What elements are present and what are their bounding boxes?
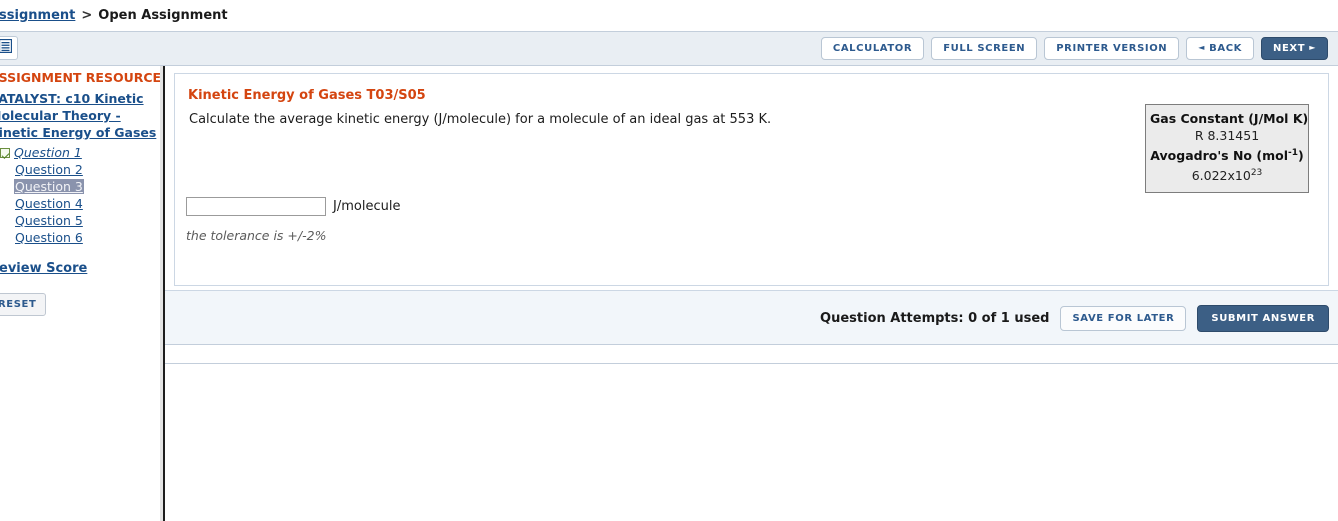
printer-version-button[interactable]: PRINTER VERSION xyxy=(1044,37,1180,60)
question-card: Kinetic Energy of Gases T03/S05 Calculat… xyxy=(174,73,1329,286)
attempts-status: Question Attempts: 0 of 1 used xyxy=(820,311,1050,326)
answer-input[interactable] xyxy=(186,197,326,216)
next-arrow-icon: ► xyxy=(1309,43,1316,52)
sidebar-item-question-5[interactable]: Question 5 xyxy=(14,213,84,228)
sidebar-item-question-6[interactable]: Question 6 xyxy=(14,230,84,245)
full-screen-button[interactable]: FULL SCREEN xyxy=(931,37,1038,60)
avogadro-label-exponent: -1 xyxy=(1287,148,1298,158)
sidebar-item-question-3[interactable]: Question 3 xyxy=(14,179,84,194)
toolbar-actions: CALCULATOR FULL SCREEN PRINTER VERSION ◄… xyxy=(820,37,1328,60)
back-button[interactable]: ◄ BACK xyxy=(1186,37,1254,60)
next-button[interactable]: NEXT ► xyxy=(1261,37,1328,60)
gas-constant-label: Gas Constant (J/Mol K) xyxy=(1150,111,1309,126)
list-item[interactable]: Question 3 xyxy=(0,178,160,195)
reset-button[interactable]: RESET xyxy=(0,293,47,316)
constants-box: Gas Constant (J/Mol K) R 8.31451 Avogadr… xyxy=(1145,104,1309,194)
gas-constant-value: R 8.31451 xyxy=(1194,128,1260,143)
sidebar-resource-link[interactable]: CATALYST: c10 Kinetic Molecular Theory -… xyxy=(0,90,160,141)
footer-divider-strip xyxy=(165,345,1338,364)
footer-actions: Question Attempts: 0 of 1 used SAVE FOR … xyxy=(820,305,1329,332)
page-title: Kinetic Energy of Gases T03/S05 xyxy=(188,88,426,103)
avogadro-value: 6.022x1023 xyxy=(1150,164,1304,185)
avogadro-label-main: Avogadro's No (mol xyxy=(1150,148,1288,164)
list-item[interactable]: Question 4 xyxy=(0,195,160,212)
top-toolbar: CALCULATOR FULL SCREEN PRINTER VERSION ◄… xyxy=(0,31,1338,66)
review-score-link[interactable]: Review Score xyxy=(0,261,160,276)
sidebar-item-question-1[interactable]: Question 1 xyxy=(13,145,83,160)
breadcrumb-current: Open Assignment xyxy=(98,8,228,23)
sidebar-item-question-2[interactable]: Question 2 xyxy=(14,162,84,177)
avogadro-label-close: ) xyxy=(1297,148,1304,164)
sidebar: ASSIGNMENT RESOURCES CATALYST: c10 Kinet… xyxy=(0,66,160,521)
tolerance-note: the tolerance is +/-2% xyxy=(186,228,327,243)
submit-answer-button[interactable]: SUBMIT ANSWER xyxy=(1197,305,1329,332)
breadcrumb-assignment-link[interactable]: Assignment xyxy=(0,8,75,23)
answer-unit-label: J/molecule xyxy=(333,199,401,214)
list-item[interactable]: Question 6 xyxy=(0,229,160,246)
next-button-label: NEXT xyxy=(1273,43,1306,54)
back-button-label: BACK xyxy=(1209,43,1242,54)
list-item[interactable]: Question 5 xyxy=(0,212,160,229)
question-list: Question 1 Question 2 Question 3 Questio… xyxy=(0,144,160,246)
checkmark-icon xyxy=(0,147,10,158)
avogadro-exponent: 23 xyxy=(1250,168,1263,179)
list-item[interactable]: Question 2 xyxy=(0,161,160,178)
breadcrumb-separator: > xyxy=(81,8,93,23)
assignment-list-button[interactable] xyxy=(0,36,18,60)
list-item[interactable]: Question 1 xyxy=(0,144,160,161)
sidebar-title: ASSIGNMENT RESOURCES xyxy=(0,70,160,85)
sidebar-item-question-4[interactable]: Question 4 xyxy=(14,196,84,211)
calculator-button[interactable]: CALCULATOR xyxy=(820,37,925,60)
question-footer: Question Attempts: 0 of 1 used SAVE FOR … xyxy=(165,290,1338,345)
breadcrumb: Assignment > Open Assignment xyxy=(0,0,1338,31)
back-arrow-icon: ◄ xyxy=(1198,43,1206,52)
avogadro-mantissa: 6.022x10 xyxy=(1191,168,1251,184)
page-root: Assignment > Open Assignment CALCULATOR … xyxy=(0,0,1338,521)
avogadro-label: Avogadro's No (mol-1) xyxy=(1150,145,1304,164)
save-for-later-button[interactable]: SAVE FOR LATER xyxy=(1060,306,1187,331)
document-list-icon xyxy=(0,38,13,57)
answer-row: J/molecule xyxy=(186,197,1328,216)
